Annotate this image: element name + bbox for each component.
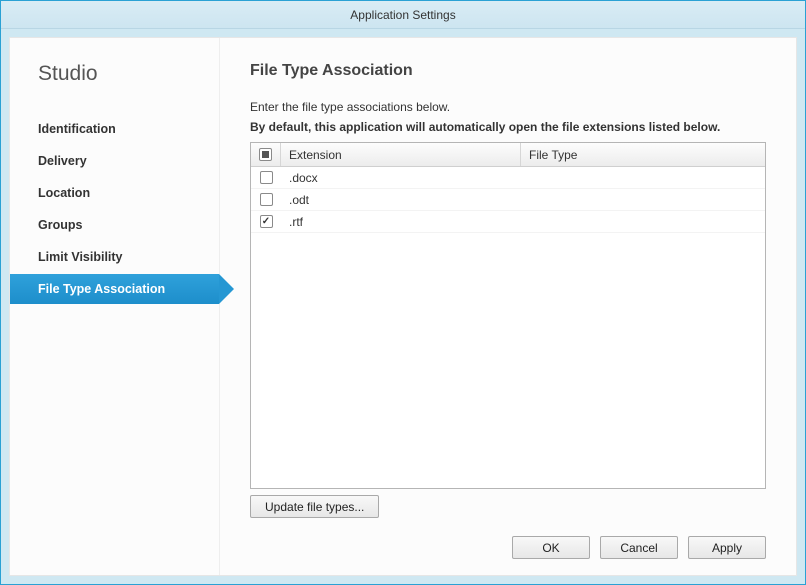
table-row[interactable]: .docx [251,167,765,189]
inner-panel: Studio IdentificationDeliveryLocationGro… [9,37,797,576]
sidebar-item-location[interactable]: Location [10,178,219,208]
table-row[interactable]: .rtf [251,211,765,233]
select-all-checkbox[interactable] [259,148,272,161]
column-header-extension[interactable]: Extension [281,143,521,166]
row-checkbox[interactable] [260,215,273,228]
sidebar-item-file-type-association[interactable]: File Type Association [10,274,219,304]
instruction-text-2: By default, this application will automa… [250,120,766,134]
header-checkbox-cell[interactable] [251,143,281,166]
sidebar-item-limit-visibility[interactable]: Limit Visibility [10,242,219,272]
row-checkbox[interactable] [260,193,273,206]
cancel-button[interactable]: Cancel [600,536,678,559]
row-extension: .odt [281,193,521,207]
sidebar-item-delivery[interactable]: Delivery [10,146,219,176]
sidebar: Studio IdentificationDeliveryLocationGro… [10,38,220,575]
update-row: Update file types... [250,495,766,518]
dialog-footer: OK Cancel Apply [250,518,766,559]
table-row[interactable]: .odt [251,189,765,211]
table-header: Extension File Type [251,143,765,167]
page-title: File Type Association [250,62,766,80]
column-header-filetype[interactable]: File Type [521,143,765,166]
outer-frame: Studio IdentificationDeliveryLocationGro… [1,29,805,584]
ok-button[interactable]: OK [512,536,590,559]
row-checkbox[interactable] [260,171,273,184]
row-checkbox-cell[interactable] [251,215,281,228]
instruction-text-1: Enter the file type associations below. [250,100,766,114]
table-body: .docx .odt .rtf [251,167,765,488]
update-file-types-button[interactable]: Update file types... [250,495,379,518]
window-title: Application Settings [350,8,455,22]
application-settings-window: Application Settings Studio Identificati… [0,0,806,585]
titlebar: Application Settings [1,1,805,29]
row-extension: .rtf [281,215,521,229]
row-checkbox-cell[interactable] [251,171,281,184]
sidebar-item-identification[interactable]: Identification [10,114,219,144]
file-type-table: Extension File Type .docx .odt .rtf [250,142,766,489]
sidebar-title: Studio [10,62,219,114]
row-extension: .docx [281,171,521,185]
apply-button[interactable]: Apply [688,536,766,559]
sidebar-item-groups[interactable]: Groups [10,210,219,240]
nav-list: IdentificationDeliveryLocationGroupsLimi… [10,114,219,304]
row-checkbox-cell[interactable] [251,193,281,206]
main-content: File Type Association Enter the file typ… [220,38,796,575]
